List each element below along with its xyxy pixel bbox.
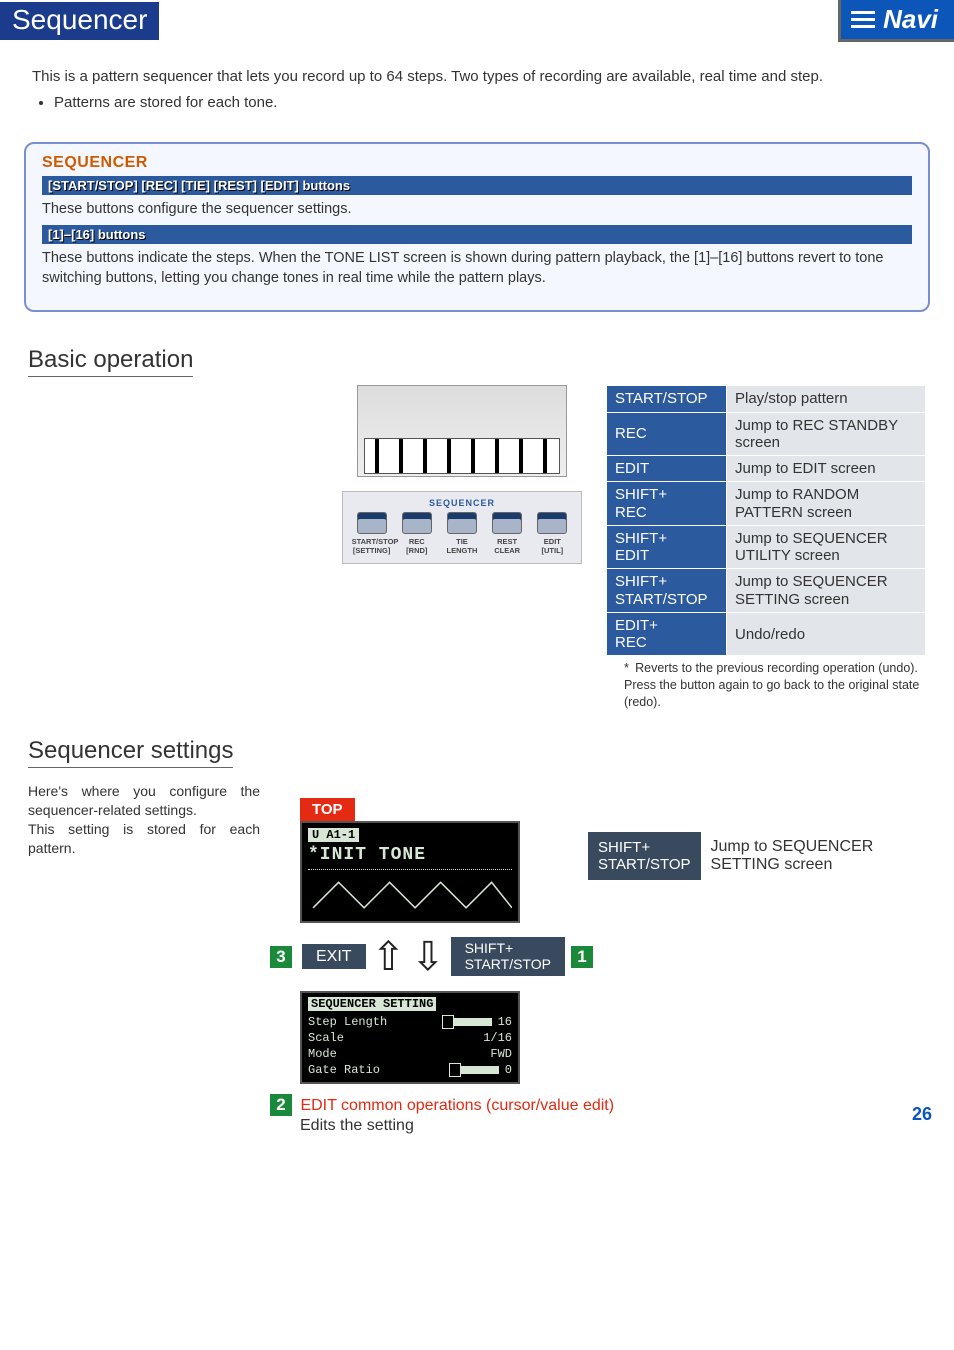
buttons-bar-2: [1]–[16] buttons <box>42 225 912 244</box>
operations-table: START/STOPPlay/stop pattern RECJump to R… <box>606 385 926 656</box>
hamburger-icon <box>851 11 875 28</box>
panel-heading: SEQUENCER <box>42 154 912 172</box>
page-title: Sequencer <box>0 2 159 40</box>
basic-operation-heading: Basic operation <box>28 346 193 377</box>
undo-footnote: * Reverts to the previous recording oper… <box>606 656 926 711</box>
arrow-up-icon: ⇧ <box>372 937 406 977</box>
op-desc: Play/stop pattern <box>727 386 926 412</box>
buttons-bar-1: [START/STOP] [REC] [TIE] [REST] [EDIT] b… <box>42 176 912 195</box>
op-key: START/STOP <box>607 386 727 412</box>
shift-startstop-pill: SHIFT+ START/STOP <box>451 937 565 976</box>
lcd-setting-screen: SEQUENCER SETTING Step Length16 Scale1/1… <box>300 991 520 1084</box>
lcd-top-screen: U A1-1 *INIT TONE <box>300 821 520 923</box>
step-3-badge: 3 <box>270 946 292 968</box>
settings-blurb: Here's where you configure the sequencer… <box>0 782 260 858</box>
navi-label: Navi <box>883 4 938 35</box>
intro-text: This is a pattern sequencer that lets yo… <box>0 42 954 124</box>
top-badge: TOP <box>300 798 355 821</box>
sequencer-settings-heading: Sequencer settings <box>28 737 233 768</box>
arrow-down-icon: ⇩ <box>411 937 445 977</box>
page-number: 26 <box>912 1104 932 1125</box>
sequencer-buttons-illustration: SEQUENCER START/STOP[SETTING] REC[RND] T… <box>342 491 582 564</box>
sequencer-panel: SEQUENCER [START/STOP] [REC] [TIE] [REST… <box>24 142 930 313</box>
step-1-badge: 1 <box>571 946 593 968</box>
exit-pill: EXIT <box>302 944 366 970</box>
step-2-callout: 2 EDIT common operations (cursor/value e… <box>270 1094 920 1138</box>
synth-illustration <box>357 385 567 477</box>
navi-button[interactable]: Navi <box>838 0 954 42</box>
